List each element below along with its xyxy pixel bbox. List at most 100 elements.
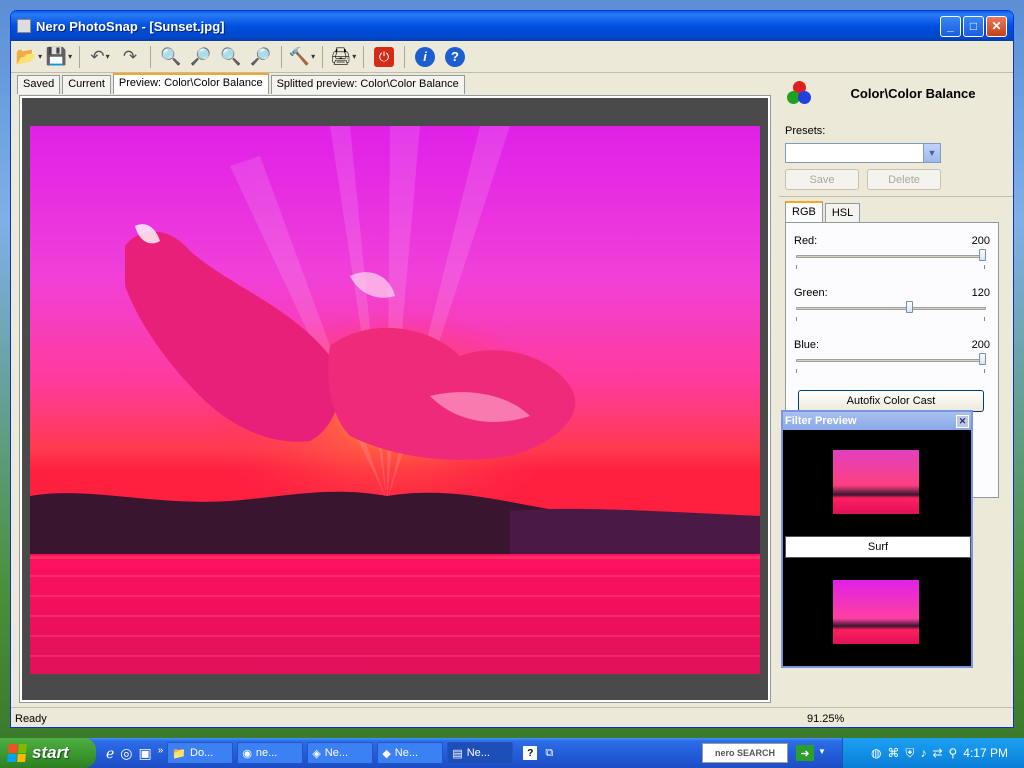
green-track[interactable] (796, 307, 986, 310)
taskbar-button-documents[interactable]: 📁 Do... (167, 742, 234, 764)
undo-icon[interactable]: ↶ ▾ (86, 44, 114, 70)
zoom-fit-icon[interactable]: 🔍 (157, 44, 185, 70)
color-balance-icon (785, 79, 813, 107)
close-icon[interactable]: ✕ (956, 414, 969, 428)
redo-icon[interactable]: ↷ (116, 44, 144, 70)
presets-dropdown[interactable]: ▼ (785, 143, 941, 163)
app-icon: ▤ (452, 747, 463, 760)
tab-preview[interactable]: Preview: Color\Color Balance (112, 73, 269, 94)
taskbar-label: Ne... (466, 747, 490, 759)
print-icon[interactable]: 🖨 ▾ (329, 44, 357, 70)
restore-icon[interactable]: ⧉ (545, 747, 553, 760)
taskbar-button-ne-2[interactable]: ◈ Ne... (307, 742, 374, 764)
toolbar-divider (150, 45, 151, 68)
zoom-out-icon[interactable]: 🔎 (247, 44, 275, 70)
zoom-actual-icon[interactable]: 🔍 (217, 44, 245, 70)
close-button[interactable]: ✕ (986, 15, 1007, 37)
window-title: Nero PhotoSnap - [Sunset.jpg] (36, 18, 225, 34)
taskbar-label: Ne... (324, 747, 349, 759)
minimize-button[interactable]: _ (940, 15, 961, 37)
panel-divider (779, 196, 1013, 197)
antivirus-icon[interactable]: ⌘ (887, 746, 899, 760)
toolbar-divider (322, 45, 323, 68)
help-icon[interactable]: ? (441, 44, 469, 70)
taskbar-button-ne-1[interactable]: ◉ ne... (237, 742, 304, 764)
taskbar-button-photosnap[interactable]: ▤ Ne... (447, 742, 514, 764)
tools-icon[interactable]: 🔨 ▾ (288, 44, 316, 70)
browser-icon[interactable]: ◎ (120, 745, 132, 762)
shield-icon[interactable]: ⛨ (905, 746, 914, 761)
red-slider-thumb[interactable] (979, 249, 986, 261)
info-icon[interactable]: i (411, 44, 439, 70)
photo-frame (22, 98, 768, 700)
status-text: Ready (15, 712, 47, 725)
title-bar[interactable]: Nero PhotoSnap - [Sunset.jpg] _ □ ✕ (11, 11, 1013, 41)
maximize-button[interactable]: □ (963, 15, 984, 37)
slider-tick (796, 369, 797, 373)
zoom-level: 91.25% (807, 712, 845, 725)
tab-saved[interactable]: Saved (17, 75, 61, 94)
tab-current[interactable]: Current (62, 75, 111, 94)
go-arrow-icon[interactable]: ➜ (796, 745, 814, 761)
save-preset-button[interactable]: Save (785, 169, 859, 190)
red-slider-row: Red: 200 (794, 235, 990, 275)
exit-icon[interactable]: ⏻ (370, 44, 398, 70)
red-value: 200 (971, 235, 990, 247)
slider-tick (984, 369, 985, 373)
panel-title: Color\Color Balance (850, 85, 976, 101)
app-icon: ◈ (312, 747, 321, 760)
slider-tick (796, 317, 797, 321)
search-icon[interactable]: ⚲ (949, 746, 958, 760)
start-button[interactable]: start (0, 738, 96, 768)
chevron-down-icon[interactable]: ▼ (923, 144, 940, 162)
nero-search-box[interactable]: nero SEARCH (702, 743, 788, 763)
arrows-icon[interactable]: ⇄ (932, 746, 942, 760)
toolbar-divider (363, 45, 364, 68)
volume-icon[interactable]: ♪ (920, 746, 926, 760)
desktop-icon[interactable]: ▣ (139, 745, 152, 762)
taskbar-button-ne-3[interactable]: ◆ Ne... (377, 742, 444, 764)
start-label: start (32, 743, 69, 762)
filter-preview-window: Filter Preview ✕ Surf (781, 410, 973, 668)
blue-slider-row: Blue: 200 (794, 339, 990, 379)
chevron-down-icon[interactable]: ▼ (818, 747, 826, 756)
tab-hsl[interactable]: HSL (824, 203, 861, 223)
zoom-in-icon[interactable]: 🔎 (187, 44, 215, 70)
toolbar-divider (281, 45, 282, 68)
green-slider-thumb[interactable] (905, 301, 913, 313)
view-tabs: Saved Current Preview: Color\Color Balan… (17, 73, 465, 94)
slider-tick (796, 265, 797, 269)
filter-preview-title: Filter Preview (785, 415, 857, 427)
toolbar: 📂 ▾ 💾 ▾ ↶ ▾ ↷ 🔍 🔎 🔍 🔎 🔨 ▾ 🖨 ▾ ⏻ i ? (11, 41, 1013, 73)
help-icon[interactable]: ? (523, 746, 538, 760)
panel-header: Color\Color Balance (779, 77, 1013, 109)
filter-preview-titlebar[interactable]: Filter Preview ✕ (783, 412, 971, 430)
open-folder-icon[interactable]: 📂 ▾ (15, 44, 43, 70)
toolbar-divider (404, 45, 405, 68)
red-label: Red: (794, 235, 818, 247)
filter-thumbnail-after (833, 580, 919, 644)
sunset-image-graphic (30, 126, 760, 674)
surf-filter-button[interactable]: Surf (785, 536, 971, 558)
internet-explorer-icon[interactable]: ℯ (106, 745, 114, 762)
delete-preset-button[interactable]: Delete (867, 169, 941, 190)
save-icon[interactable]: 💾 ▾ (45, 44, 73, 70)
red-track[interactable] (796, 255, 986, 258)
taskbar-label: Ne... (394, 747, 419, 759)
chevron-right-icon[interactable]: » (158, 745, 164, 762)
tab-rgb[interactable]: RGB (785, 201, 823, 223)
filter-thumbnail-before (833, 450, 919, 514)
autofix-color-cast-button[interactable]: Autofix Color Cast (798, 390, 984, 412)
tab-splitted-preview[interactable]: Splitted preview: Color\Color Balance (270, 75, 465, 94)
green-value: 120 (971, 287, 990, 299)
blue-track[interactable] (796, 359, 986, 362)
network-icon[interactable]: ◍ (871, 746, 881, 760)
slider-tick (984, 265, 985, 269)
quick-launch: ℯ ◎ ▣ » (106, 745, 163, 762)
blue-slider-thumb[interactable] (979, 353, 986, 365)
image-viewer (19, 95, 771, 703)
app-icon: ◉ (242, 747, 252, 760)
taskbar-label: ne... (255, 747, 278, 759)
sunset-image[interactable] (30, 126, 760, 674)
slider-tick (984, 317, 985, 321)
